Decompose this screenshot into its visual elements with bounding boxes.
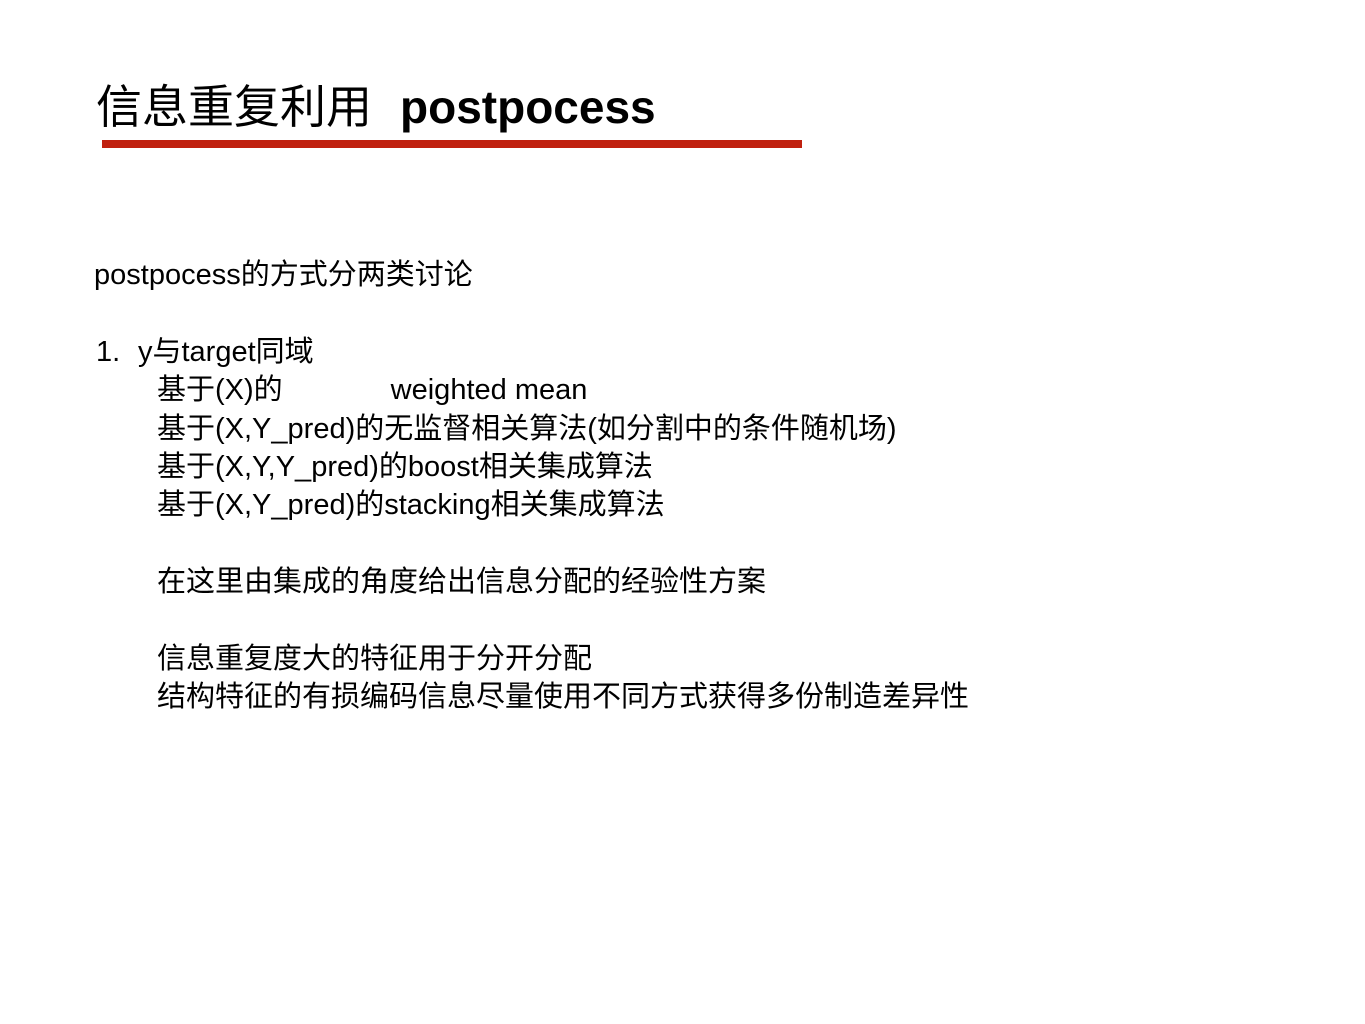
sub-line-feature-split: 信息重复度大的特征用于分开分配 [157,643,593,675]
sub-line-structural-features: 结构特征的有损编码信息尽量使用不同方式获得多份制造差异性 [157,681,970,713]
intro-text: postpocess的方式分两类讨论 [94,259,473,291]
list-item-text: y与target同域 [138,336,314,368]
slide-title: 信息重复利用 postpocess [96,78,656,136]
title-underline [102,140,802,148]
list-item-number: 1. [96,336,121,368]
sub-line-ensemble-scheme: 在这里由集成的角度给出信息分配的经验性方案 [157,566,767,598]
sub-line-prefix: 基于(X)的 [157,374,283,406]
slide-title-chinese: 信息重复利用 [96,80,372,134]
sub-line-weighted-mean: 基于(X)的 weighted mean [157,371,587,409]
sub-line-suffix: weighted mean [390,374,588,406]
sub-line-boost: 基于(X,Y,Y_pred)的boost相关集成算法 [157,451,653,483]
list-item-1: 1. y与target同域 [96,333,314,371]
sub-line-stacking: 基于(X,Y_pred)的stacking相关集成算法 [157,489,665,521]
slide-title-english: postpocess [400,81,656,133]
sub-line-unsupervised: 基于(X,Y_pred)的无监督相关算法(如分割中的条件随机场) [157,413,897,445]
slide: 信息重复利用 postpocess postpocess的方式分两类讨论 1. y与… [0,0,1365,1024]
